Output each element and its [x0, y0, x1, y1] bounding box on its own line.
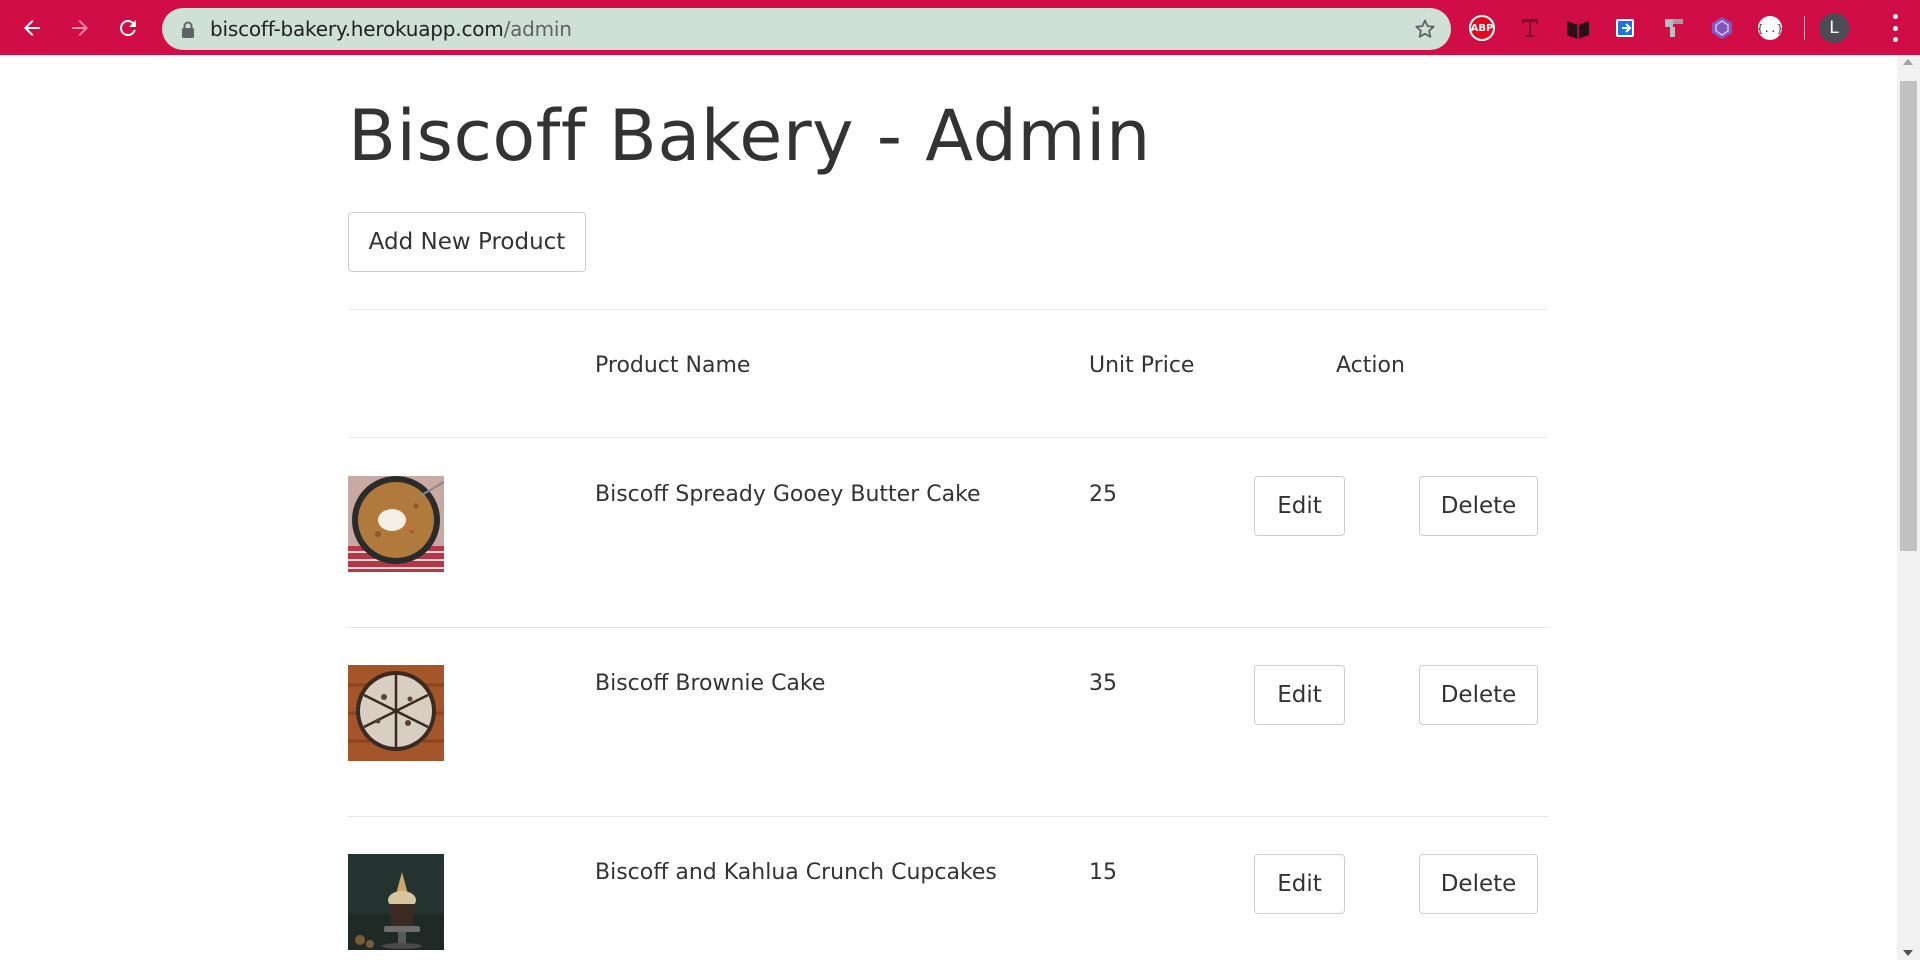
scroll-up-arrow-icon[interactable]	[1903, 59, 1913, 65]
add-new-product-button[interactable]: Add New Product	[348, 212, 586, 272]
abp-icon[interactable]: ABP	[1468, 14, 1496, 42]
table-row: Biscoff Spready Gooey Butter Cake 25 Edi…	[348, 438, 1548, 627]
translate-icon[interactable]	[1516, 14, 1544, 42]
product-name: Biscoff and Kahlua Crunch Cupcakes	[595, 860, 997, 885]
product-price: 25	[1089, 482, 1117, 507]
product-price: 15	[1089, 860, 1117, 885]
lock-icon	[180, 20, 196, 38]
header-product-name: Product Name	[595, 353, 751, 378]
url-host: biscoff-bakery.herokuapp.com	[210, 17, 504, 41]
screenshot-icon[interactable]	[1612, 14, 1640, 42]
url-path: /admin	[503, 17, 572, 41]
json-icon[interactable]: {..}	[1756, 14, 1784, 42]
delete-button[interactable]: Delete	[1419, 854, 1538, 914]
arrow-right-icon	[72, 19, 88, 36]
product-image-brownie-cake	[348, 665, 444, 761]
edit-button[interactable]: Edit	[1254, 854, 1345, 914]
forward-button[interactable]	[56, 0, 104, 55]
reload-button[interactable]	[104, 0, 152, 55]
bookmark-star-icon[interactable]	[1413, 17, 1437, 41]
pattern-icon[interactable]	[1660, 14, 1688, 42]
edit-button[interactable]: Edit	[1254, 476, 1345, 536]
toolbar-divider	[1804, 16, 1805, 40]
url-text: biscoff-bakery.herokuapp.com/admin	[210, 17, 572, 41]
back-button[interactable]	[8, 0, 56, 55]
table-row: Biscoff and Kahlua Crunch Cupcakes 15 Ed…	[348, 816, 1548, 960]
arrow-left-icon	[24, 19, 40, 36]
extensions-area: ABP {..} L	[1468, 8, 1849, 48]
product-name: Biscoff Brownie Cake	[595, 671, 826, 696]
header-action: Action	[1336, 353, 1405, 378]
page-title: Biscoff Bakery - Admin	[348, 95, 1151, 177]
browser-toolbar: biscoff-bakery.herokuapp.com/admin ABP {…	[0, 0, 1920, 55]
scroll-thumb[interactable]	[1900, 81, 1917, 551]
product-name: Biscoff Spready Gooey Butter Cake	[595, 482, 981, 507]
product-image-butter-cake	[348, 476, 444, 572]
edit-button[interactable]: Edit	[1254, 665, 1345, 725]
delete-button[interactable]: Delete	[1419, 476, 1538, 536]
reading-icon[interactable]	[1564, 14, 1592, 42]
hex-icon[interactable]	[1708, 14, 1736, 42]
svg-text:{..}: {..}	[1757, 22, 1783, 35]
reload-icon	[119, 19, 136, 36]
table-divider	[348, 309, 1548, 310]
header-unit-price: Unit Price	[1089, 353, 1195, 378]
delete-button[interactable]: Delete	[1419, 665, 1538, 725]
product-price: 35	[1089, 671, 1117, 696]
address-bar[interactable]: biscoff-bakery.herokuapp.com/admin	[162, 8, 1451, 50]
browser-menu-icon[interactable]	[1892, 14, 1898, 42]
table-row: Biscoff Brownie Cake 35 Edit Delete	[348, 627, 1548, 816]
profile-avatar[interactable]: L	[1819, 13, 1849, 43]
abp-badge: ABP	[1469, 15, 1495, 41]
scroll-down-arrow-icon[interactable]	[1903, 950, 1913, 956]
page-scrollbar[interactable]	[1897, 55, 1920, 960]
product-image-kahlua-cupcake	[348, 854, 444, 950]
